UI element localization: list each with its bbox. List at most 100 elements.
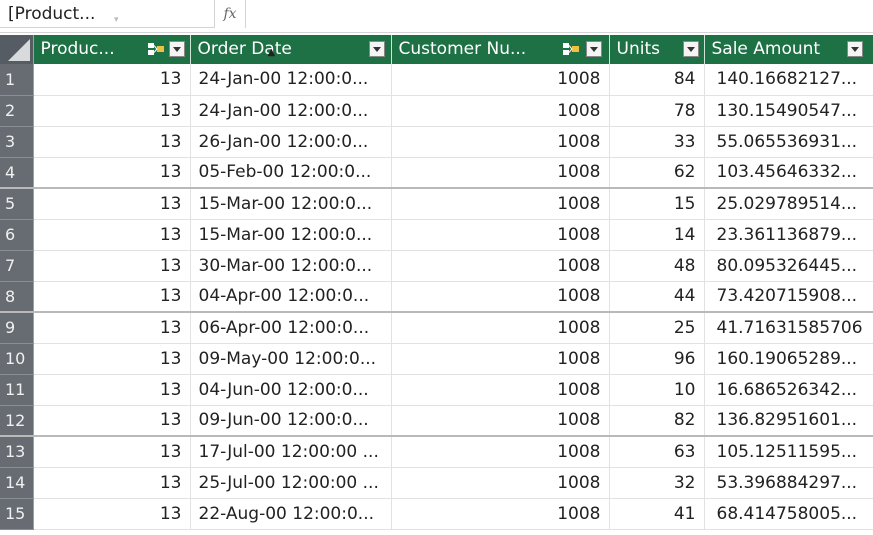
cell-sale-amount[interactable]: 140.16682127... <box>704 64 873 96</box>
cell-product[interactable]: 13 <box>33 219 191 251</box>
cell-units[interactable]: 48 <box>609 250 705 282</box>
cell-units[interactable]: 15 <box>609 188 705 220</box>
cell-units[interactable]: 41 <box>609 498 705 530</box>
cell-product[interactable]: 13 <box>33 281 191 313</box>
cell-product[interactable]: 13 <box>33 95 191 127</box>
cell-order-date[interactable]: 15-Mar-00 12:00:0... <box>190 219 392 251</box>
filter-dropdown-icon[interactable] <box>682 41 699 57</box>
cell-product[interactable]: 13 <box>33 374 191 406</box>
cell-order-date[interactable]: 09-May-00 12:00:0... <box>190 343 392 375</box>
row-number[interactable]: 4 <box>0 157 34 189</box>
table-row[interactable]: 4 13 05-Feb-00 12:00:0... 1008 62 103.4564633… <box>0 157 873 189</box>
formula-input[interactable] <box>246 0 873 28</box>
cell-sale-amount[interactable]: 68.414758005... <box>704 498 873 530</box>
cell-sale-amount[interactable]: 73.420715908... <box>704 281 873 313</box>
cell-sale-amount[interactable]: 41.71631585706 <box>704 312 873 344</box>
filter-dropdown-icon[interactable] <box>846 41 863 57</box>
cell-order-date[interactable]: 24-Jan-00 12:00:0... <box>190 64 392 96</box>
cell-sale-amount[interactable]: 16.686526342... <box>704 374 873 406</box>
cell-product[interactable]: 13 <box>33 498 191 530</box>
table-row[interactable]: 8 13 04-Apr-00 12:00:0... 1008 44 73.42071590… <box>0 281 873 313</box>
cell-product[interactable]: 13 <box>33 436 191 468</box>
cell-customer-number[interactable]: 1008 <box>391 405 610 437</box>
cell-units[interactable]: 10 <box>609 374 705 406</box>
cell-product[interactable]: 13 <box>33 467 191 499</box>
cell-order-date[interactable]: 24-Jan-00 12:00:0... <box>190 95 392 127</box>
cell-customer-number[interactable]: 1008 <box>391 126 610 158</box>
cell-product[interactable]: 13 <box>33 312 191 344</box>
select-all-corner[interactable] <box>0 35 34 64</box>
table-row[interactable]: 3 13 26-Jan-00 12:00:0... 1008 33 55.06553693… <box>0 126 873 158</box>
cell-order-date[interactable]: 04-Jun-00 12:00:0... <box>190 374 392 406</box>
row-number[interactable]: 12 <box>0 405 34 437</box>
cell-units[interactable]: 82 <box>609 405 705 437</box>
table-row[interactable]: 10 13 09-May-00 12:00:0... 1008 96 160.190652… <box>0 343 873 375</box>
cell-customer-number[interactable]: 1008 <box>391 312 610 344</box>
table-row[interactable]: 5 13 15-Mar-00 12:00:0... 1008 15 25.02978951… <box>0 188 873 220</box>
cell-order-date[interactable]: 09-Jun-00 12:00:0... <box>190 405 392 437</box>
table-row[interactable]: 9 13 06-Apr-00 12:00:0... 1008 25 41.71631585… <box>0 312 873 344</box>
row-number[interactable]: 2 <box>0 95 34 127</box>
cell-units[interactable]: 14 <box>609 219 705 251</box>
cell-order-date[interactable]: 25-Jul-00 12:00:00 ... <box>190 467 392 499</box>
cell-sale-amount[interactable]: 23.361136879... <box>704 219 873 251</box>
cell-customer-number[interactable]: 1008 <box>391 467 610 499</box>
cell-customer-number[interactable]: 1008 <box>391 374 610 406</box>
cell-sale-amount[interactable]: 55.065536931... <box>704 126 873 158</box>
cell-sale-amount[interactable]: 103.45646332... <box>704 157 873 189</box>
row-number[interactable]: 1 <box>0 64 34 96</box>
cell-units[interactable]: 25 <box>609 312 705 344</box>
cell-units[interactable]: 96 <box>609 343 705 375</box>
cell-order-date[interactable]: 17-Jul-00 12:00:00 ... <box>190 436 392 468</box>
table-row[interactable]: 7 13 30-Mar-00 12:00:0... 1008 48 80.09532644… <box>0 250 873 282</box>
fx-icon[interactable]: fx <box>215 0 246 28</box>
table-row[interactable]: 15 13 22-Aug-00 12:00:0... 1008 41 68.4147580… <box>0 498 873 530</box>
cell-product[interactable]: 13 <box>33 126 191 158</box>
cell-customer-number[interactable]: 1008 <box>391 157 610 189</box>
cell-product[interactable]: 13 <box>33 157 191 189</box>
row-number[interactable]: 3 <box>0 126 34 158</box>
filter-dropdown-icon[interactable] <box>168 41 185 57</box>
table-row[interactable]: 6 13 15-Mar-00 12:00:0... 1008 14 23.36113687… <box>0 219 873 251</box>
cell-units[interactable]: 62 <box>609 157 705 189</box>
table-row[interactable]: 12 13 09-Jun-00 12:00:0... 1008 82 136.829516… <box>0 405 873 437</box>
cell-order-date[interactable]: 06-Apr-00 12:00:0... <box>190 312 392 344</box>
cell-units[interactable]: 32 <box>609 467 705 499</box>
cell-sale-amount[interactable]: 53.396884297... <box>704 467 873 499</box>
cell-sale-amount[interactable]: 80.095326445... <box>704 250 873 282</box>
cell-customer-number[interactable]: 1008 <box>391 343 610 375</box>
name-box[interactable]: [Product... ▾ <box>0 0 215 28</box>
row-number[interactable]: 15 <box>0 498 34 530</box>
cell-units[interactable]: 44 <box>609 281 705 313</box>
cell-customer-number[interactable]: 1008 <box>391 188 610 220</box>
cell-units[interactable]: 78 <box>609 95 705 127</box>
cell-units[interactable]: 84 <box>609 64 705 96</box>
table-row[interactable]: 14 13 25-Jul-00 12:00:00 ... 1008 32 53.39688… <box>0 467 873 499</box>
cell-customer-number[interactable]: 1008 <box>391 281 610 313</box>
filter-dropdown-icon[interactable] <box>585 41 602 57</box>
row-number[interactable]: 9 <box>0 312 34 344</box>
cell-product[interactable]: 13 <box>33 188 191 220</box>
cell-order-date[interactable]: 22-Aug-00 12:00:0... <box>190 498 392 530</box>
cell-customer-number[interactable]: 1008 <box>391 498 610 530</box>
cell-customer-number[interactable]: 1008 <box>391 64 610 96</box>
cell-order-date[interactable]: 05-Feb-00 12:00:0... <box>190 157 392 189</box>
filter-dropdown-icon[interactable] <box>368 41 385 57</box>
table-row[interactable]: 1 13 24-Jan-00 12:00:0... 1008 84 140.1668212… <box>0 64 873 96</box>
cell-order-date[interactable]: 30-Mar-00 12:00:0... <box>190 250 392 282</box>
table-row[interactable]: 13 13 17-Jul-00 12:00:00 ... 1008 63 105.1251… <box>0 436 873 468</box>
column-header-units[interactable]: Units <box>609 35 705 64</box>
column-header-customer-number[interactable]: Customer Nu... <box>391 35 610 64</box>
column-header-order-date[interactable]: Order Date ▲ <box>190 35 392 64</box>
cell-units[interactable]: 33 <box>609 126 705 158</box>
row-number[interactable]: 13 <box>0 436 34 468</box>
cell-product[interactable]: 13 <box>33 405 191 437</box>
cell-customer-number[interactable]: 1008 <box>391 250 610 282</box>
cell-sale-amount[interactable]: 25.029789514... <box>704 188 873 220</box>
cell-product[interactable]: 13 <box>33 64 191 96</box>
cell-product[interactable]: 13 <box>33 250 191 282</box>
cell-customer-number[interactable]: 1008 <box>391 436 610 468</box>
row-number[interactable]: 10 <box>0 343 34 375</box>
cell-order-date[interactable]: 26-Jan-00 12:00:0... <box>190 126 392 158</box>
cell-product[interactable]: 13 <box>33 343 191 375</box>
